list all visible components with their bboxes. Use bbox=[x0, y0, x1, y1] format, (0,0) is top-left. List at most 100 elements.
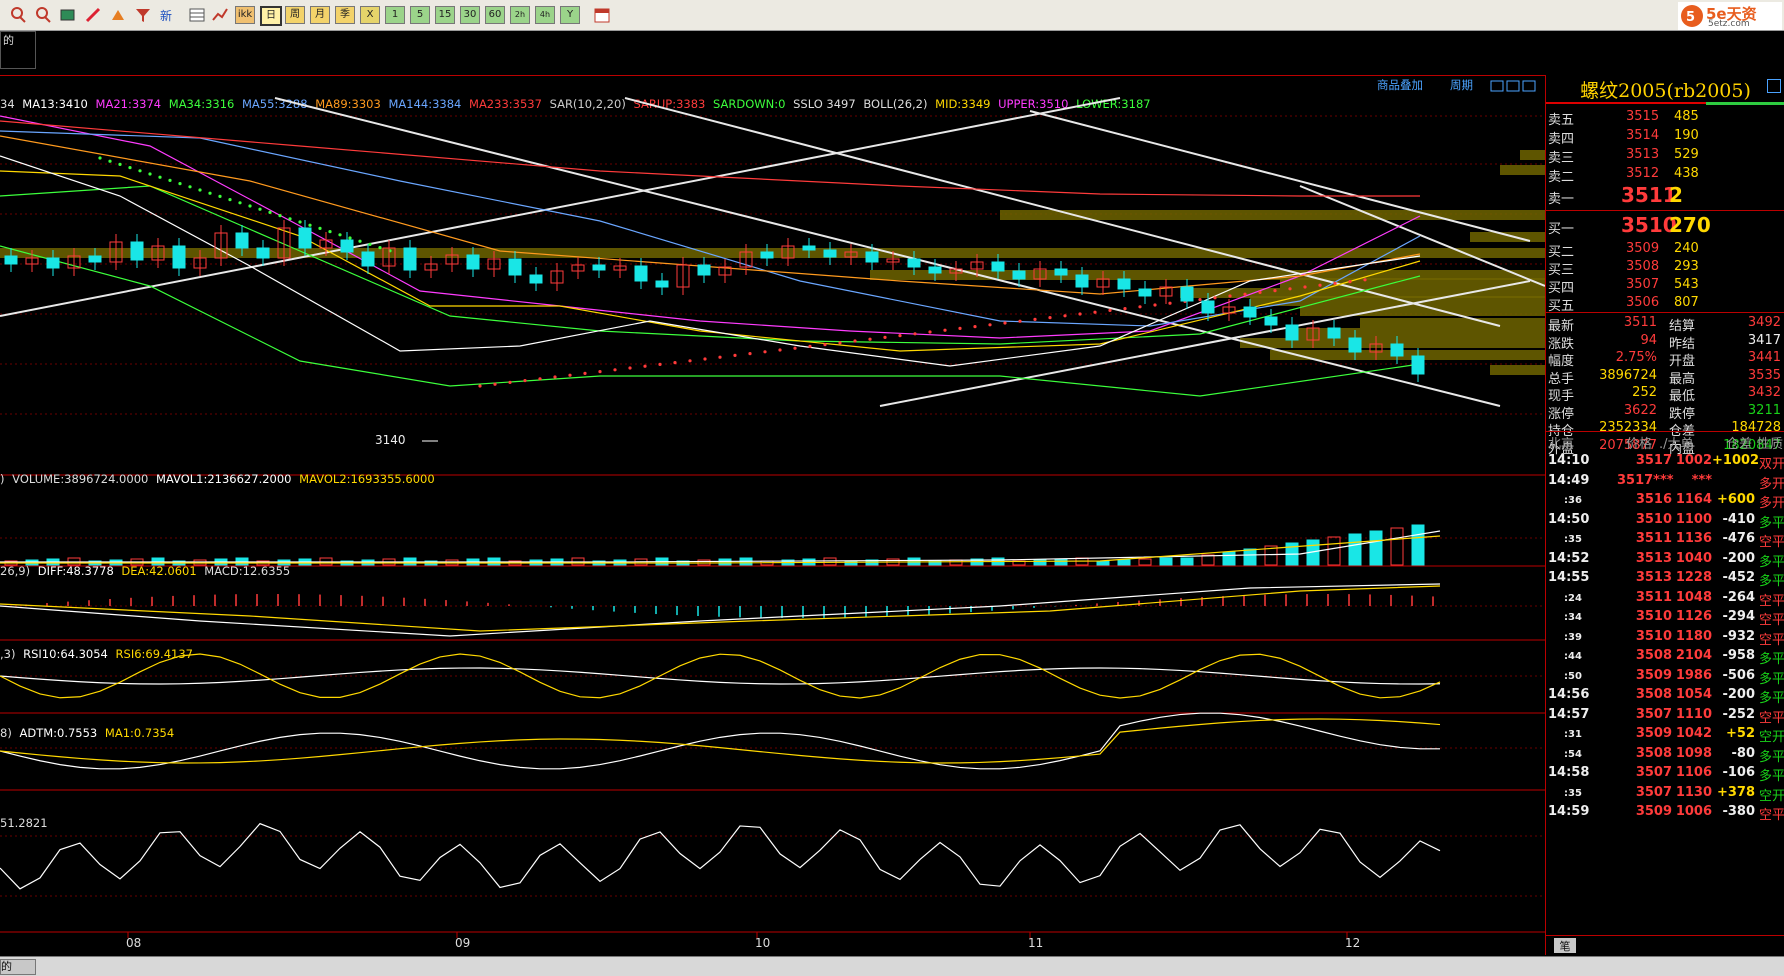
tick-oi-change: -506 bbox=[1722, 667, 1755, 683]
volume-bar-56 bbox=[1180, 557, 1194, 566]
x-label-08: 08 bbox=[126, 936, 142, 950]
candle-body-6 bbox=[130, 241, 144, 261]
tick-oi-change: -264 bbox=[1722, 589, 1755, 605]
candle-body-47 bbox=[991, 261, 1005, 272]
tick-type: 空开 bbox=[1758, 788, 1784, 804]
bid-row[interactable]: 买二 3509 240 bbox=[1546, 239, 1784, 260]
sar-dot-down-24 bbox=[838, 341, 842, 345]
ticks-header-type: 性质 bbox=[1757, 437, 1784, 452]
stat-value: 252 bbox=[1632, 385, 1657, 400]
pencil-icon[interactable] bbox=[83, 5, 103, 25]
tick-oi-change: -958 bbox=[1722, 648, 1755, 663]
candle-body-25 bbox=[529, 274, 543, 284]
tick-volume: 1006 bbox=[1675, 804, 1712, 819]
tb-month-button[interactable]: 月 bbox=[310, 6, 330, 24]
ask-row[interactable]: 卖三 3513 529 bbox=[1546, 145, 1784, 166]
stat-value-2: 3432 bbox=[1747, 385, 1781, 400]
tb-season-button[interactable]: 季 bbox=[335, 6, 355, 24]
ask-row[interactable]: 卖二 3512 438 bbox=[1546, 164, 1784, 185]
bid-row[interactable]: 买三 3508 293 bbox=[1546, 257, 1784, 278]
ask-row[interactable]: 卖五 3515 485 bbox=[1546, 107, 1784, 128]
tb-year-button[interactable]: Y bbox=[560, 6, 580, 24]
tick-oi-change: -80 bbox=[1731, 745, 1756, 761]
candle-body-63 bbox=[1327, 327, 1341, 339]
zoom-out-icon[interactable] bbox=[33, 5, 53, 25]
sar-dot-down-30 bbox=[928, 330, 932, 334]
tb-1min-button[interactable]: 1 bbox=[385, 6, 405, 24]
sar-dot-up-11 bbox=[208, 191, 212, 195]
adtm-ma-line bbox=[0, 718, 1441, 764]
bid-row[interactable]: 买一 3510 270 bbox=[1546, 213, 1784, 239]
tb-60min-button[interactable]: 60 bbox=[485, 6, 505, 24]
ma-line-white bbox=[0, 155, 1421, 367]
candle-body-31 bbox=[655, 280, 669, 288]
left-tab[interactable]: 的 bbox=[0, 31, 36, 69]
tb-week-button[interactable]: 周 bbox=[285, 6, 305, 24]
stat-value-2: 3535 bbox=[1747, 367, 1781, 383]
ask-row[interactable]: 卖四 3514 190 bbox=[1546, 126, 1784, 147]
ticks-header-vol: ./大单 bbox=[1659, 437, 1694, 452]
volume-profile-bar-0 bbox=[1520, 150, 1545, 160]
tb-15min-button[interactable]: 15 bbox=[435, 6, 455, 24]
sar-dot-down-31 bbox=[943, 328, 947, 332]
tb-5min-button[interactable]: 5 bbox=[410, 6, 430, 24]
dea-line bbox=[0, 585, 1441, 632]
tb-day-button[interactable]: 日 bbox=[260, 6, 282, 26]
tick-oi-change: -200 bbox=[1722, 550, 1755, 566]
tick-row: 14:49 3517*** *** 多开 bbox=[1546, 473, 1784, 494]
legend-last-value: 51.2821 bbox=[0, 816, 48, 830]
tick-time: :36 bbox=[1564, 495, 1582, 506]
stat-value-2: 3492 bbox=[1747, 315, 1781, 330]
sar-dot-down-27 bbox=[883, 335, 887, 339]
bid-row[interactable]: 买五 3506 807 bbox=[1546, 293, 1784, 314]
tb-x-button[interactable]: X bbox=[360, 6, 380, 24]
volume-profile-bar-14 bbox=[1490, 365, 1545, 375]
tick-volume: 2104 bbox=[1675, 648, 1712, 663]
sar-dot-down-19 bbox=[763, 350, 767, 354]
tick-volume: 1180 bbox=[1675, 628, 1712, 644]
window-icon[interactable] bbox=[58, 5, 78, 25]
tick-type: 空平 bbox=[1758, 632, 1784, 648]
tb-2h-button[interactable]: 2h bbox=[510, 6, 530, 24]
tick-time: :50 bbox=[1564, 670, 1582, 682]
tick-type: 空平 bbox=[1758, 535, 1784, 550]
bottom-tab[interactable]: 的 bbox=[0, 959, 36, 975]
filter-icon[interactable] bbox=[133, 5, 153, 25]
table-icon[interactable] bbox=[187, 5, 207, 25]
volume-bar-50 bbox=[1054, 558, 1068, 566]
ask-row[interactable]: 卖一 3511 2 bbox=[1546, 183, 1784, 209]
tick-price: 3507 bbox=[1635, 784, 1672, 800]
new-icon[interactable]: 新 bbox=[158, 5, 178, 25]
tick-row: :31 3509 1042 +52 空开 bbox=[1546, 726, 1784, 747]
tb-4h-button[interactable]: 4h bbox=[535, 6, 555, 24]
tick-type: 空平 bbox=[1758, 593, 1784, 609]
tick-volume: 1126 bbox=[1675, 609, 1712, 624]
tick-type: 双开 bbox=[1758, 457, 1784, 472]
legend-volume: VOLUME:3896724.0000 bbox=[12, 472, 149, 486]
sar-dot-down-7 bbox=[583, 371, 587, 375]
panel-toggle-icon[interactable] bbox=[1767, 79, 1781, 93]
tick-volume: 1042 bbox=[1675, 726, 1712, 741]
tb-30min-button[interactable]: 30 bbox=[460, 6, 480, 24]
bid-row[interactable]: 买四 3507 543 bbox=[1546, 275, 1784, 296]
tick-time: :35 bbox=[1564, 787, 1582, 799]
stat-row: 现手 252 最低 3432 bbox=[1546, 384, 1784, 404]
logo: 5 5e天资 5etz.com bbox=[1678, 2, 1782, 30]
stat-row: 涨停 3622 跌停 3211 bbox=[1546, 402, 1784, 422]
brush-icon[interactable] bbox=[108, 5, 128, 25]
sar-dot-down-28 bbox=[898, 334, 902, 338]
tick-tab[interactable]: 笔 bbox=[1554, 938, 1576, 953]
tick-time: 14:58 bbox=[1548, 765, 1590, 780]
tick-oi-change: -476 bbox=[1722, 531, 1755, 546]
candle-body-22 bbox=[466, 254, 480, 270]
chart-line-icon[interactable] bbox=[210, 5, 230, 25]
sar-dot-down-49 bbox=[1213, 296, 1217, 300]
calendar-icon[interactable] bbox=[592, 5, 612, 25]
tick-price: 3508 bbox=[1635, 745, 1672, 761]
sar-dot-down-8 bbox=[598, 370, 602, 374]
zoom-in-icon[interactable] bbox=[8, 5, 28, 25]
price-chart[interactable] bbox=[0, 76, 1545, 956]
tb-ikk-button[interactable]: ikk bbox=[235, 6, 255, 24]
tick-time: :39 bbox=[1564, 631, 1582, 643]
adtm-line bbox=[0, 712, 1441, 770]
